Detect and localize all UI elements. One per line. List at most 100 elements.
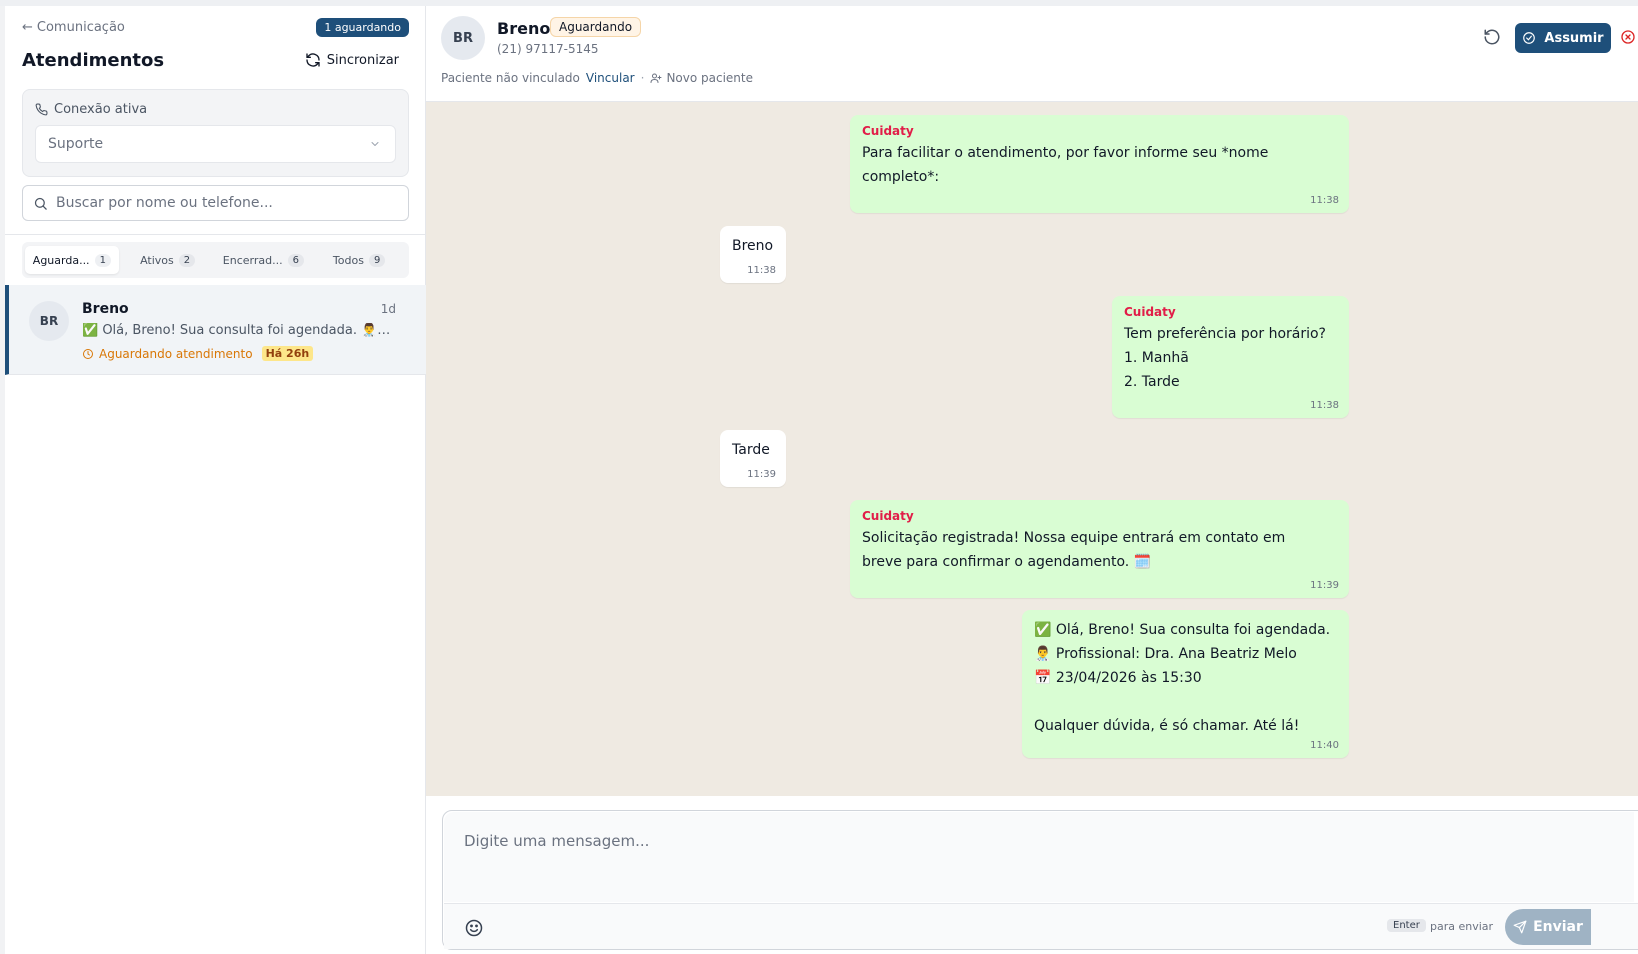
message-line: Breno: [732, 238, 774, 254]
separator-dot: ·: [640, 71, 645, 85]
message-line: [1034, 690, 1337, 714]
connection-box: Conexão ativa Suporte: [22, 89, 409, 177]
phone-icon: [35, 103, 48, 116]
message-time: 11:40: [1310, 740, 1339, 751]
reopen-icon[interactable]: [1483, 28, 1501, 46]
message-line: Para facilitar o atendimento, por favor …: [862, 145, 1269, 161]
message-sender: Cuidaty: [862, 124, 914, 138]
message-line: breve para confirmar o agendamento. 🗓️: [862, 554, 1152, 570]
sync-button[interactable]: Sincronizar: [305, 52, 399, 68]
emoji-icon[interactable]: [464, 918, 484, 938]
tab-label: Encerrad...: [222, 253, 283, 267]
message-line: Tem preferência por horário?: [1124, 326, 1326, 342]
send-icon: [1513, 920, 1527, 934]
tab-label: Aguarda...: [32, 253, 90, 267]
chat-header: BR Breno Aguardando (21) 97117-5145 Paci…: [426, 6, 1638, 102]
sidebar: ← Comunicação 1 aguardando Atendimentos …: [5, 6, 426, 954]
tab-count: 9: [368, 253, 386, 267]
connection-label-text: Conexão ativa: [54, 102, 148, 117]
tab-count: 6: [287, 253, 304, 267]
pending-badge: 1 aguardando: [316, 18, 409, 37]
link-patient-button[interactable]: Vincular: [586, 71, 635, 85]
message-line: 2. Tarde: [1124, 374, 1180, 390]
send-label: Enviar: [1533, 919, 1583, 935]
status-tabs: Aguarda... 1 Ativos 2 Encerrad... 6 Todo…: [22, 242, 409, 278]
conversation-status-text: Aguardando atendimento: [99, 346, 253, 361]
message-line: 1. Manhã: [1124, 350, 1189, 366]
message-line: Qualquer dúvida, é só chamar. Até lá!: [1034, 718, 1300, 734]
sync-label: Sincronizar: [326, 52, 399, 68]
message-line: 📅 23/04/2026 às 15:30: [1034, 670, 1202, 686]
patient-link-row: Paciente não vinculado Vincular · Novo p…: [441, 71, 753, 85]
new-patient-button[interactable]: Novo paciente: [650, 71, 753, 85]
message-line: ✅ Olá, Breno! Sua consulta foi agendada.: [1034, 622, 1331, 638]
message-bubble-outgoing: Cuidaty Solicitação registrada! Nossa eq…: [850, 500, 1349, 598]
status-badge: Aguardando: [550, 17, 642, 37]
chat-panel: BR Breno Aguardando (21) 97117-5145 Paci…: [426, 6, 1638, 954]
message-line: Tarde: [732, 442, 770, 458]
message-sender: Cuidaty: [1124, 305, 1176, 319]
user-plus-icon: [650, 73, 662, 83]
conversation-preview: ✅ Olá, Breno! Sua consulta foi agendada.…: [82, 323, 392, 338]
send-button[interactable]: Enviar: [1505, 909, 1591, 945]
enter-key-hint: Enter: [1387, 919, 1426, 932]
conversation-item[interactable]: BR Breno 1d ✅ Olá, Breno! Sua consulta f…: [5, 285, 426, 375]
message-bubble-incoming: Tarde 11:39: [720, 430, 786, 487]
message-bubble-outgoing: Cuidaty Tem preferência por horário? 1. …: [1112, 296, 1349, 418]
tab-count: 2: [178, 253, 196, 267]
message-time: 11:39: [1310, 580, 1339, 591]
tab-count: 1: [94, 253, 111, 267]
message-composer: Enter para enviar Enviar: [442, 810, 1638, 950]
assume-button[interactable]: Assumir: [1515, 23, 1611, 53]
conversation-status: Aguardando atendimento Há 26h: [82, 346, 314, 361]
message-line: completo*:: [862, 169, 940, 185]
message-sender: Cuidaty: [862, 509, 914, 523]
message-time: 11:38: [1310, 195, 1339, 206]
search-input[interactable]: [56, 195, 396, 211]
conversation-age-badge: Há 26h: [261, 346, 314, 361]
message-bubble-outgoing: ✅ Olá, Breno! Sua consulta foi agendada.…: [1022, 610, 1349, 758]
app-root: ← Comunicação 1 aguardando Atendimentos …: [0, 0, 1638, 954]
tab-label: Todos: [332, 253, 364, 267]
conversation-time: 1d: [380, 302, 396, 316]
message-bubble-outgoing: Cuidaty Para facilitar o atendimento, po…: [850, 115, 1349, 213]
message-input[interactable]: [444, 812, 1634, 902]
message-line: Solicitação registrada! Nossa equipe ent…: [862, 530, 1286, 546]
message-time: 11:38: [1310, 400, 1339, 411]
tab-active[interactable]: Ativos 2: [121, 246, 215, 274]
back-link[interactable]: ← Comunicação: [22, 20, 125, 35]
tab-label: Ativos: [140, 253, 174, 267]
message-bubble-incoming: Breno 11:38: [720, 226, 786, 283]
search-icon: [34, 197, 47, 210]
tab-all[interactable]: Todos 9: [312, 246, 406, 274]
new-patient-label: Novo paciente: [666, 71, 753, 85]
unlinked-text: Paciente não vinculado: [441, 71, 580, 85]
composer-toolbar: Enter para enviar Enviar: [444, 903, 1638, 949]
message-list: Cuidaty Para facilitar o atendimento, po…: [426, 102, 1638, 796]
assume-label: Assumir: [1544, 30, 1604, 46]
contact-name: Breno: [497, 19, 551, 38]
clock-icon: [83, 348, 93, 359]
search-box: [22, 185, 409, 221]
check-circle-icon: [1523, 32, 1536, 44]
back-link-label: Comunicação: [36, 20, 125, 35]
close-circle-icon[interactable]: [1620, 29, 1636, 45]
avatar: BR: [29, 301, 69, 341]
enter-hint-text: para enviar: [1430, 920, 1494, 933]
connection-label: Conexão ativa: [35, 102, 147, 117]
connection-selected-value: Suporte: [48, 136, 104, 152]
message-line: 👨‍⚕️ Profissional: Dra. Ana Beatriz Melo: [1034, 646, 1297, 662]
message-time: 11:38: [747, 265, 776, 276]
tab-closed[interactable]: Encerrad... 6: [217, 246, 311, 274]
arrow-left-icon: ←: [22, 20, 33, 35]
tab-waiting[interactable]: Aguarda... 1: [25, 246, 119, 274]
message-time: 11:39: [747, 469, 776, 480]
connection-select[interactable]: Suporte: [35, 125, 396, 163]
sidebar-title: Atendimentos: [22, 50, 165, 71]
refresh-icon: [306, 53, 320, 67]
chevron-down-icon: [371, 142, 379, 146]
conversation-name: Breno: [82, 301, 129, 317]
sidebar-divider: [5, 234, 426, 235]
contact-avatar: BR: [441, 16, 485, 60]
contact-phone: (21) 97117-5145: [497, 42, 599, 56]
